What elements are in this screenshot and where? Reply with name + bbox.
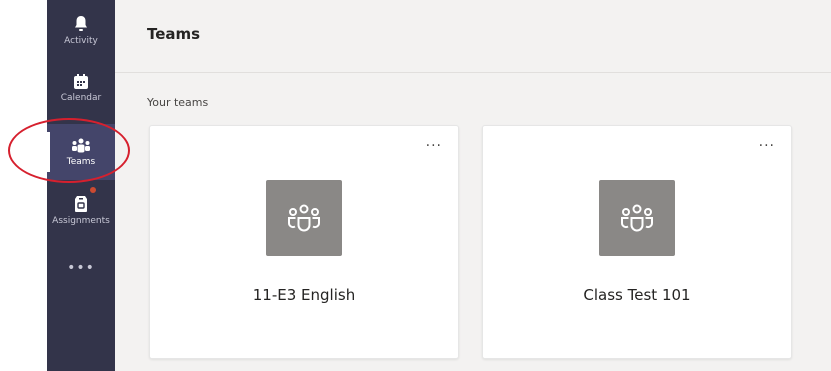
team-card[interactable]: ··· 11-E3 English xyxy=(149,125,459,359)
more-apps-button[interactable]: ••• xyxy=(47,255,115,281)
assignments-icon xyxy=(75,195,87,212)
teams-icon xyxy=(72,138,90,152)
team-card[interactable]: ··· Class Test 101 xyxy=(482,125,792,359)
section-label-your-teams: Your teams xyxy=(147,96,209,109)
notification-badge xyxy=(90,187,96,193)
calendar-icon xyxy=(74,73,88,89)
page-title: Teams xyxy=(147,25,201,43)
rail-item-label: Teams xyxy=(66,156,96,167)
more-options-button[interactable]: ··· xyxy=(426,138,442,154)
team-name: Class Test 101 xyxy=(583,286,691,304)
more-options-button[interactable]: ··· xyxy=(759,138,775,154)
bell-icon xyxy=(75,15,87,31)
teams-icon xyxy=(287,204,321,232)
team-avatar xyxy=(599,180,675,256)
rail-item-activity[interactable]: Activity xyxy=(47,2,115,58)
rail-item-teams[interactable]: Teams xyxy=(47,124,115,180)
team-name: 11-E3 English xyxy=(252,286,356,304)
team-avatar xyxy=(266,180,342,256)
rail-item-label: Assignments xyxy=(52,215,110,226)
app-rail: Activity Calendar Teams Assignments ••• xyxy=(47,0,115,371)
rail-item-assignments[interactable]: Assignments xyxy=(47,182,115,238)
rail-item-label: Activity xyxy=(64,35,98,46)
teams-icon xyxy=(620,204,654,232)
main-panel: Teams Your teams ··· 11-E3 English ··· C… xyxy=(115,0,831,371)
rail-item-label: Calendar xyxy=(60,92,102,103)
page-header: Teams xyxy=(115,0,831,73)
rail-item-calendar[interactable]: Calendar xyxy=(47,60,115,116)
